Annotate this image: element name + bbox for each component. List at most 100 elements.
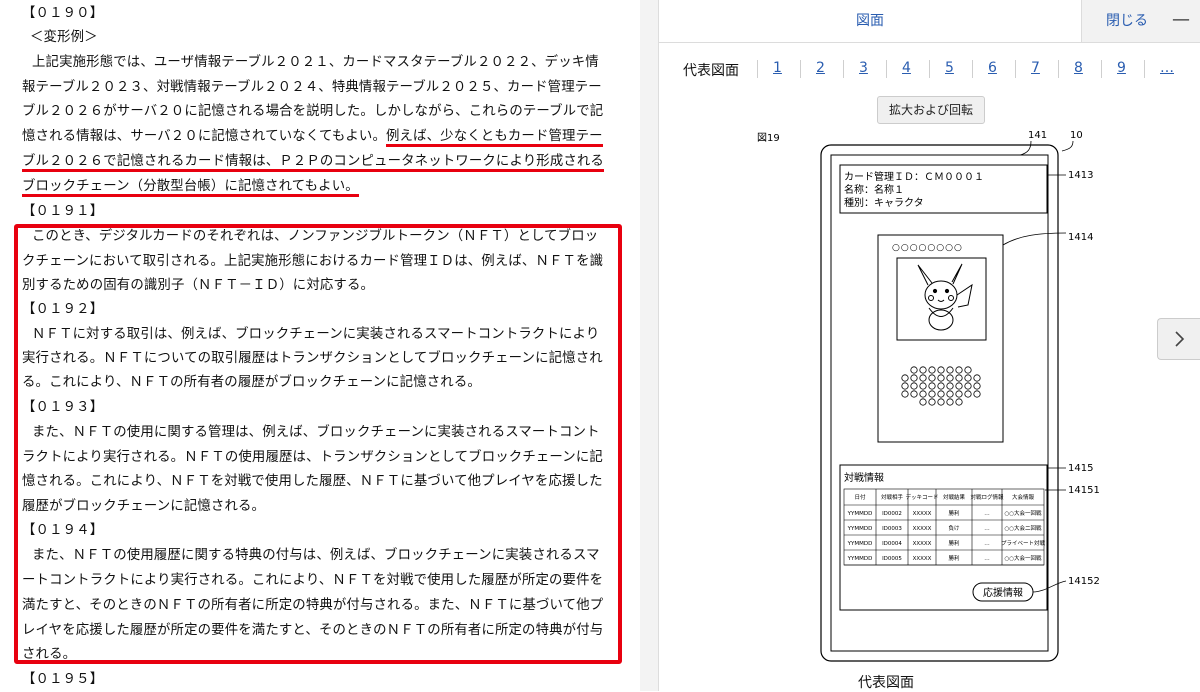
- card-dot: [910, 390, 918, 398]
- page-link-6[interactable]: 6: [988, 60, 997, 76]
- table-cell: …: [984, 511, 990, 517]
- card-dot: [973, 382, 981, 390]
- table-cell: …: [984, 541, 990, 547]
- table-cell: ID0005: [882, 556, 902, 562]
- para-number-0190: 【０１９０】: [22, 6, 104, 21]
- table-cell: …: [984, 526, 990, 532]
- close-button[interactable]: 閉じる —: [1081, 0, 1200, 42]
- table-header-cell: 対戦相手: [881, 493, 904, 501]
- page-link-9[interactable]: 9: [1117, 60, 1126, 76]
- card-dot: [910, 374, 918, 382]
- separator: [1015, 60, 1016, 78]
- separator: [843, 60, 844, 78]
- panel-header: 図面 閉じる —: [659, 0, 1200, 43]
- red-highlight-box: [14, 224, 622, 664]
- zoom-rotate-button[interactable]: 拡大および回転: [877, 96, 985, 124]
- representative-drawing-label: 代表図面: [683, 63, 739, 79]
- patent-figure-19: 図19 141 10 カード管理ＩＤ：ＣＭ０００１ 名称：名称１ 種別：キャラク…: [757, 130, 1100, 662]
- ref-1413: 1413: [1068, 170, 1093, 181]
- card-dot: [937, 382, 945, 390]
- page-link-4[interactable]: 4: [902, 60, 911, 76]
- card-dot: [955, 390, 963, 398]
- card-dot: [964, 382, 972, 390]
- card-dot: [937, 398, 945, 406]
- separator: [757, 60, 758, 78]
- card-dot: [919, 366, 927, 374]
- table-cell: ID0002: [882, 511, 902, 517]
- page-link-2[interactable]: 2: [816, 60, 825, 76]
- table-cell: プライベート対戦: [1001, 539, 1046, 547]
- drawings-tab[interactable]: 図面: [659, 0, 1081, 42]
- separator: [929, 60, 930, 78]
- ref-14152: 14152: [1068, 576, 1100, 587]
- table-cell: ○○大会一回戦: [1004, 554, 1042, 562]
- card-dot: [919, 374, 927, 382]
- table-cell: 勝利: [948, 509, 959, 517]
- table-cell: 勝利: [948, 539, 959, 547]
- text-line: 上記実施形態では、ユーザ情報テーブル２０２１、カードマスタテーブル２０２２、デッ…: [32, 55, 599, 70]
- ref-141: 141: [1028, 130, 1047, 141]
- ref-1415: 1415: [1068, 463, 1093, 474]
- card-dot: [928, 382, 936, 390]
- card-dot: [901, 374, 909, 382]
- table-cell: YYMMDD: [847, 541, 873, 547]
- text-line: 報テーブル２０２３、対戦情報テーブル２０２４、特典情報テーブル２０２５、カード管…: [22, 80, 602, 95]
- text-span: 憶される情報は、サーバ２０に記憶されていなくてもよい。: [22, 129, 386, 144]
- ref-10: 10: [1070, 130, 1083, 141]
- table-cell: …: [984, 556, 990, 562]
- page-link-5[interactable]: 5: [945, 60, 954, 76]
- card-dot: [973, 390, 981, 398]
- page-link-8[interactable]: 8: [1074, 60, 1083, 76]
- card-dot: [946, 374, 954, 382]
- table-cell: XXXXX: [913, 556, 932, 562]
- card-dot: [910, 382, 918, 390]
- page-link-7[interactable]: 7: [1031, 60, 1040, 76]
- card-dot: [955, 398, 963, 406]
- card-dot: [928, 374, 936, 382]
- table-cell: YYMMDD: [847, 526, 873, 532]
- card-dot: [928, 366, 936, 374]
- ref-14151: 14151: [1068, 485, 1100, 496]
- highlighted-text: ブル２０２６で記憶されるカード情報は、Ｐ２Ｐのコンピュータネットワークにより形成…: [22, 154, 604, 172]
- card-dot: [955, 366, 963, 374]
- table-header-cell: 日付: [854, 493, 866, 501]
- support-info-label: 応援情報: [983, 586, 1023, 599]
- highlighted-line: ブル２０２６で記憶されるカード情報は、Ｐ２Ｐのコンピュータネットワークにより形成…: [22, 150, 604, 175]
- table-cell: XXXXX: [913, 541, 932, 547]
- pane-divider[interactable]: [640, 0, 658, 691]
- page-link-1[interactable]: 1: [773, 60, 782, 76]
- figure-label: 図19: [757, 132, 780, 144]
- card-dot: [901, 390, 909, 398]
- card-dot: [946, 390, 954, 398]
- separator: [1144, 60, 1145, 78]
- table-header-cell: 対戦ログ情報: [970, 493, 1004, 501]
- battle-table: 日付 対戦相手 デッキコード 対戦結果 対戦ログ情報 大会情報 YYMMDD ID0002 XX…: [843, 488, 1046, 566]
- card-name-text: 名称：名称１: [844, 183, 904, 196]
- highlighted-text: ブロックチェーン（分散型台帳）に記憶されてもよい。: [22, 179, 359, 197]
- separator: [886, 60, 887, 78]
- card-dot: [910, 366, 918, 374]
- table-cell: YYMMDD: [847, 511, 873, 517]
- drawing-caption: 代表図面: [858, 675, 914, 691]
- card-dot: [937, 366, 945, 374]
- card-dot: [964, 366, 972, 374]
- card-dot: [919, 390, 927, 398]
- character-illustration: [917, 263, 973, 331]
- document-text-pane: 【０１９０】 ＜変形例＞ 上記実施形態では、ユーザ情報テーブル２０２１、カードマ…: [0, 0, 640, 691]
- page-link-3[interactable]: 3: [859, 60, 868, 76]
- chevron-right-icon: [1175, 331, 1185, 347]
- separator: [800, 60, 801, 78]
- card-dot: [928, 390, 936, 398]
- card-dot: [901, 382, 909, 390]
- page-link-more[interactable]: …: [1160, 60, 1174, 76]
- card-dot: [928, 398, 936, 406]
- minimize-icon: —: [1172, 9, 1190, 30]
- battle-info-title: 対戦情報: [844, 471, 884, 484]
- table-header-cell: デッキコード: [905, 493, 938, 501]
- separator: [1101, 60, 1102, 78]
- next-drawing-button[interactable]: [1157, 318, 1200, 360]
- card-dot: [937, 390, 945, 398]
- page-navigator: 代表図面 1 2 3 4 5 6 7 8 9 …: [659, 58, 1200, 82]
- table-cell: YYMMDD: [847, 556, 873, 562]
- ref-1414: 1414: [1068, 232, 1093, 243]
